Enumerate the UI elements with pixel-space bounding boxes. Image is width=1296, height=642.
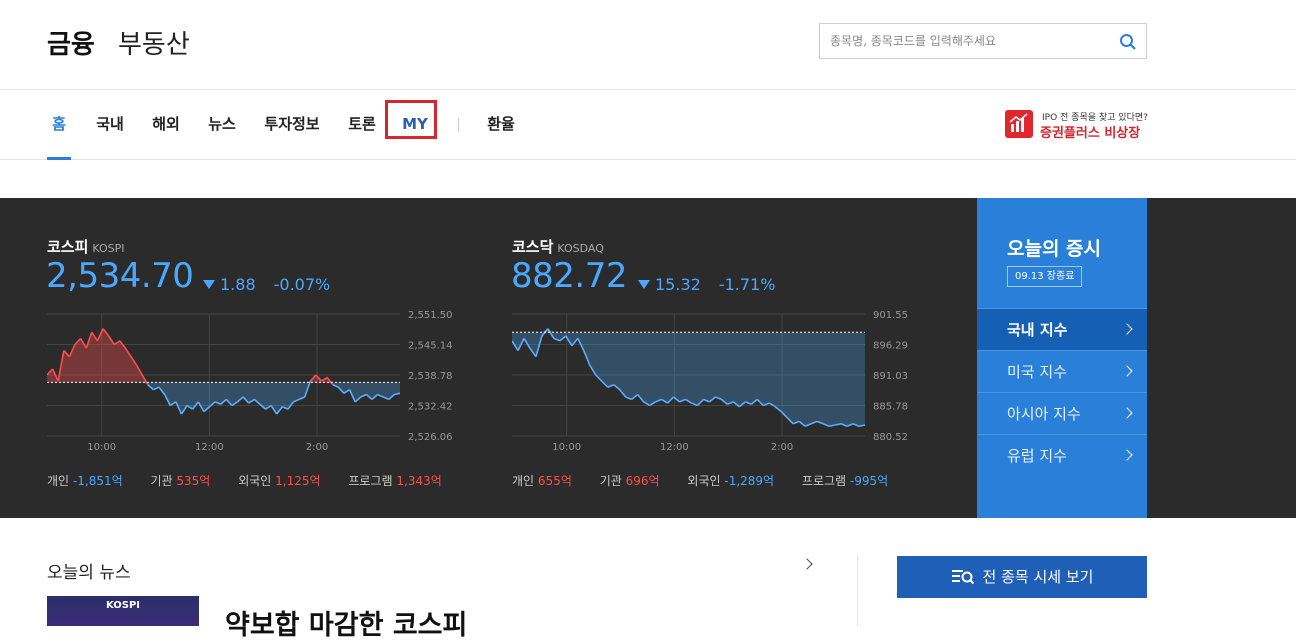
search-input[interactable] (830, 31, 1110, 51)
nav-discussion-tab[interactable]: 토론 (347, 90, 377, 160)
x-tick-label: 2:00 (771, 442, 793, 450)
x-tick-label: 10:00 (87, 442, 116, 450)
y-tick-label: 2,545.14 (408, 341, 453, 352)
nav-divider (458, 118, 459, 132)
nav-investinfo-tab[interactable]: 투자정보 (263, 90, 321, 160)
finance-logo-link[interactable]: 금융 (47, 24, 95, 61)
down-area (47, 382, 400, 415)
x-tick-label: 10:00 (552, 442, 581, 450)
list-search-icon (951, 570, 974, 585)
today-market-panel: 오늘의 증시 09.13 장종료 국내 지수 미국 지수 아시아 지수 유럽 지… (977, 198, 1147, 518)
kospi-title[interactable]: 코스피 KOSPI (47, 236, 125, 257)
y-tick-label: 2,538.78 (408, 371, 453, 382)
investor-item: 외국인 -1,289억 (687, 474, 775, 488)
down-area (512, 332, 865, 427)
investor-item: 프로그램 -995억 (801, 474, 889, 488)
y-tick-label: 901.55 (873, 310, 908, 321)
kospi-value: 2,534.70 (46, 256, 194, 296)
top-header: 금융 부동산 (0, 0, 1296, 90)
section-divider (857, 556, 858, 626)
y-tick-label: 880.52 (873, 432, 908, 443)
y-tick-label: 896.29 (873, 341, 908, 352)
menu-europe-index[interactable]: 유럽 지수 (977, 434, 1147, 476)
x-tick-label: 12:00 (660, 442, 689, 450)
y-tick-label: 891.03 (873, 371, 908, 382)
menu-domestic-index[interactable]: 국내 지수 (977, 308, 1147, 350)
search-box[interactable] (819, 23, 1147, 59)
x-tick-label: 2:00 (306, 442, 328, 450)
market-close-date-badge: 09.13 장종료 (1007, 266, 1083, 287)
up-area (512, 328, 865, 333)
y-tick-label: 885.78 (873, 402, 908, 413)
menu-asia-index[interactable]: 아시아 지수 (977, 392, 1147, 434)
y-tick-label: 2,526.06 (408, 432, 453, 443)
chart-up-icon (1005, 110, 1033, 138)
chevron-right-icon (1121, 323, 1133, 335)
kosdaq-investors: 개인 655억 기관 696억 외국인 -1,289억 프로그램 -995억 (512, 472, 912, 489)
nav-home-tab[interactable]: 홈 (47, 90, 71, 160)
chevron-right-icon[interactable] (801, 558, 813, 570)
today-market-title: 오늘의 증시 (1007, 238, 1102, 260)
investor-item: 기관 535억 (150, 474, 211, 488)
kospi-intraday-chart[interactable]: 2,551.50 2,545.14 2,538.78 2,532.42 2,526.06… (47, 310, 457, 450)
kospi-code: KOSPI (92, 242, 125, 255)
kosdaq-change: 15.32 -1.71% (638, 275, 775, 294)
kosdaq-value: 882.72 (511, 256, 627, 296)
all-stocks-price-button[interactable]: 전 종목 시세 보기 (897, 556, 1147, 598)
search-icon[interactable] (1118, 32, 1138, 52)
index-menu: 국내 지수 미국 지수 아시아 지수 유럽 지수 (977, 308, 1147, 476)
nav-overseas-tab[interactable]: 해외 (151, 90, 181, 160)
chevron-right-icon (1121, 407, 1133, 419)
investor-item: 개인 -1,851억 (47, 474, 123, 488)
investor-item: 기관 696억 (599, 474, 660, 488)
kospi-change-percent: -0.07% (273, 275, 331, 294)
kosdaq-code: KOSDAQ (557, 242, 604, 255)
kosdaq-intraday-chart[interactable]: 901.55 896.29 891.03 885.78 880.52 10:00 12:00… (512, 310, 922, 450)
down-triangle-icon (203, 280, 215, 289)
investor-item: 프로그램 1,343억 (348, 474, 442, 488)
investor-item: 개인 655억 (512, 474, 572, 488)
kosdaq-change-points: 15.32 (655, 275, 701, 294)
nav-news-tab[interactable]: 뉴스 (207, 90, 237, 160)
kospi-name: 코스피 (47, 238, 89, 256)
investor-item: 외국인 1,125억 (238, 474, 321, 488)
promo-title: 증권플러스 비상장 (1040, 126, 1141, 141)
x-tick-label: 12:00 (195, 442, 224, 450)
kosdaq-change-percent: -1.71% (718, 275, 776, 294)
down-triangle-icon (638, 280, 650, 289)
realestate-link[interactable]: 부동산 (118, 24, 190, 61)
kospi-change: 1.88 -0.07% (203, 275, 330, 294)
kospi-investors: 개인 -1,851억 기관 535억 외국인 1,125억 프로그램 1,343… (47, 472, 466, 489)
kosdaq-name: 코스닥 (512, 238, 554, 256)
kospi-change-points: 1.88 (220, 275, 256, 294)
nav-exchange-tab[interactable]: 환율 (486, 90, 516, 160)
menu-us-index[interactable]: 미국 지수 (977, 350, 1147, 392)
news-thumbnail[interactable]: KOSPI (47, 596, 199, 626)
today-news-title: 오늘의 뉴스 (47, 563, 131, 583)
nav-domestic-tab[interactable]: 국내 (95, 90, 125, 160)
kosdaq-title[interactable]: 코스닥 KOSDAQ (512, 236, 604, 257)
y-tick-label: 2,551.50 (408, 310, 453, 321)
unlisted-promo-banner[interactable]: IPO 전 종목을 찾고 있다면? 증권플러스 비상장 (1005, 108, 1150, 142)
chevron-right-icon (1121, 365, 1133, 377)
y-tick-label: 2,532.42 (408, 402, 453, 413)
my-tab-highlight-box (385, 100, 437, 139)
news-headline-link[interactable]: 약보합 마감한 코스피 (225, 603, 467, 642)
all-stocks-button-label: 전 종목 시세 보기 (982, 568, 1094, 586)
chevron-right-icon (1121, 449, 1133, 461)
thumbnail-label: KOSPI (105, 600, 141, 611)
